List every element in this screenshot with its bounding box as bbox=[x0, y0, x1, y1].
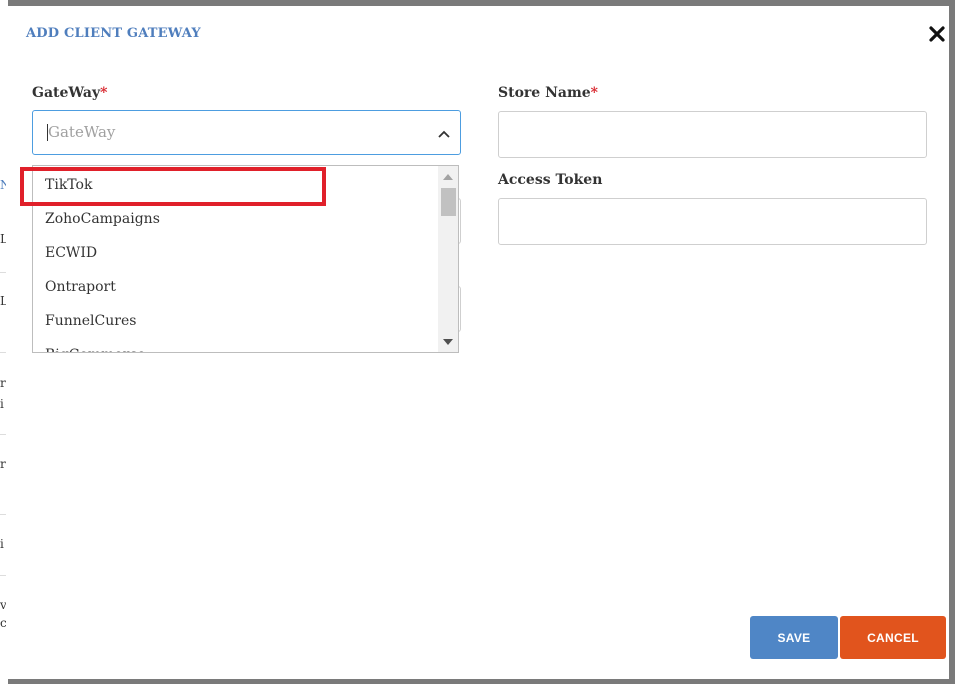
save-button[interactable]: SAVE bbox=[750, 616, 838, 659]
scrollbar-thumb[interactable] bbox=[441, 188, 456, 216]
modal-title: ADD CLIENT GATEWAY bbox=[26, 26, 201, 41]
access-token-label: Access Token bbox=[498, 172, 603, 188]
dropdown-option-ecwid[interactable]: ECWID bbox=[45, 243, 97, 263]
close-button[interactable] bbox=[925, 22, 949, 46]
gateway-label: GateWay* bbox=[32, 85, 107, 101]
close-icon bbox=[929, 26, 945, 42]
required-mark: * bbox=[590, 85, 598, 101]
gateway-label-text: GateWay bbox=[32, 85, 101, 101]
chevron-up-icon[interactable] bbox=[437, 127, 451, 141]
scroll-up-arrow-icon[interactable] bbox=[443, 174, 453, 180]
cancel-button[interactable]: CANCEL bbox=[840, 616, 946, 659]
dropdown-option-funnelcures[interactable]: FunnelCures bbox=[45, 311, 136, 331]
gateway-select[interactable]: GateWay bbox=[32, 110, 461, 155]
add-client-gateway-modal: ADD CLIENT GATEWAY GateWay* Store Name* … bbox=[6, 6, 949, 679]
scroll-down-arrow-icon[interactable] bbox=[443, 339, 453, 345]
dropdown-option-ontraport[interactable]: Ontraport bbox=[45, 277, 116, 297]
dropdown-option-bigcommerce[interactable]: BigCommerce bbox=[45, 345, 146, 352]
store-name-input[interactable] bbox=[498, 111, 927, 158]
store-name-label-text: Store Name bbox=[498, 85, 591, 101]
access-token-input[interactable] bbox=[498, 198, 927, 245]
dropdown-scrollbar[interactable] bbox=[438, 166, 458, 352]
store-name-label: Store Name* bbox=[498, 85, 598, 101]
required-mark: * bbox=[100, 85, 108, 101]
background-text: r bbox=[0, 457, 6, 471]
gateway-placeholder: GateWay bbox=[48, 123, 116, 141]
dropdown-option-zohocampaigns[interactable]: ZohoCampaigns bbox=[45, 209, 160, 229]
background-text: r bbox=[0, 376, 6, 390]
background-text: i bbox=[0, 397, 4, 411]
background-text: i bbox=[0, 537, 4, 551]
highlight-annotation bbox=[20, 167, 326, 206]
